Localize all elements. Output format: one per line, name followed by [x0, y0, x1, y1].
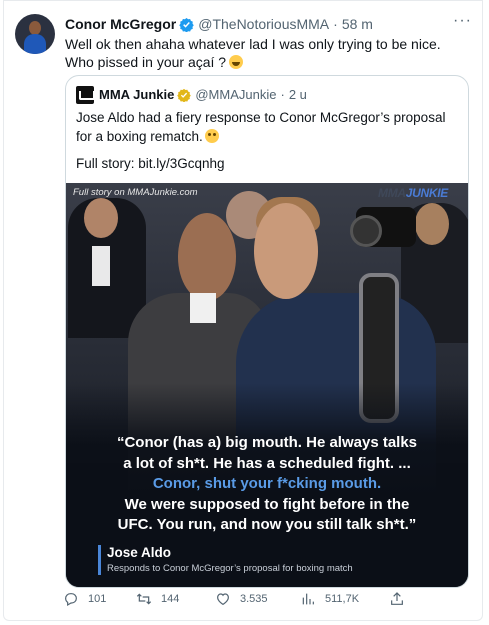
flushed-face-emoji-icon: [204, 129, 219, 143]
quoted-separator-dot: ·: [280, 87, 285, 102]
retweet-button[interactable]: 144: [136, 591, 179, 607]
avatar-head: [29, 21, 41, 35]
author-handle[interactable]: @TheNotoriousMMA: [198, 15, 329, 33]
views-button[interactable]: 511,7K: [300, 591, 359, 607]
quote-line: “Conor (has a) big mouth. He always talk…: [116, 434, 418, 451]
verified-badge-icon: [179, 17, 194, 32]
views-count: 511,7K: [325, 593, 360, 605]
attribution-subtitle: Responds to Conor McGregor’s proposal fo…: [107, 563, 353, 574]
retweet-count: 144: [161, 593, 180, 605]
reply-button[interactable]: 101: [63, 591, 106, 607]
views-chart-icon: [302, 593, 314, 605]
attribution-name: Jose Aldo: [107, 545, 172, 560]
share-button[interactable]: [389, 591, 414, 607]
image-brand-logo: MMAJUNKIE: [378, 186, 448, 200]
avatar-body: [24, 34, 46, 54]
tweet-time[interactable]: 58 m: [342, 15, 373, 33]
quoted-tweet-time: 2 u: [288, 87, 307, 102]
retweet-icon: [136, 593, 152, 605]
tweet-actions: 101 144 3.535 511,7K: [63, 591, 423, 611]
tweet-body: Well ok then ahaha whatever lad I was on…: [65, 36, 441, 70]
image-credit: Full story on MMAJunkie.com: [73, 187, 198, 198]
quoted-tweet[interactable]: MMA Junkie @MMAJunkie · 2 u Jose Aldo ha…: [65, 75, 469, 588]
author-name[interactable]: Conor McGregor: [65, 15, 176, 33]
quoted-tweet-body: Jose Aldo had a fiery response to Conor …: [76, 110, 446, 144]
like-button[interactable]: 3.535: [215, 591, 268, 607]
image-quote: “Conor (has a) big mouth. He always talk…: [66, 433, 468, 536]
like-count: 3.535: [240, 593, 268, 605]
quote-line: a lot of sh*t. He has a scheduled fight.…: [123, 454, 411, 472]
heart-icon: [217, 593, 229, 606]
quoted-author-name: MMA Junkie: [99, 87, 175, 102]
tweet-header: Conor McGregor @TheNotoriousMMA · 58 m: [65, 15, 373, 33]
reply-icon: [65, 593, 77, 607]
share-icon: [391, 592, 403, 605]
mmajunkie-avatar: [76, 86, 95, 104]
author-avatar[interactable]: [15, 14, 55, 54]
quoted-tweet-text: Jose Aldo had a fiery response to Conor …: [76, 108, 461, 146]
more-options-icon[interactable]: ···: [453, 12, 472, 30]
gold-verified-badge-icon: [177, 88, 192, 102]
quoted-tweet-header: MMA Junkie @MMAJunkie · 2 u: [99, 86, 307, 104]
quote-line: We were supposed to fight before in the: [124, 495, 410, 513]
attribution-bar: [98, 545, 101, 575]
tweet-text: Well ok then ahaha whatever lad I was on…: [65, 35, 470, 71]
full-story-link[interactable]: Full story: bit.ly/3Gcqnhg: [76, 154, 225, 173]
quote-line: UFC. You run, and now you still talk sh*…: [117, 516, 417, 533]
quote-line-highlight: Conor, shut your f*cking mouth.: [152, 475, 382, 492]
reply-count: 101: [88, 593, 107, 605]
tears-of-joy-emoji-icon: [229, 55, 244, 69]
camera-icon: [350, 207, 416, 247]
quoted-author-handle: @MMAJunkie: [195, 87, 277, 102]
separator-dot: ·: [333, 16, 338, 32]
quoted-tweet-image[interactable]: Full story on MMAJunkie.com MMAJUNKIE “C…: [66, 183, 468, 587]
